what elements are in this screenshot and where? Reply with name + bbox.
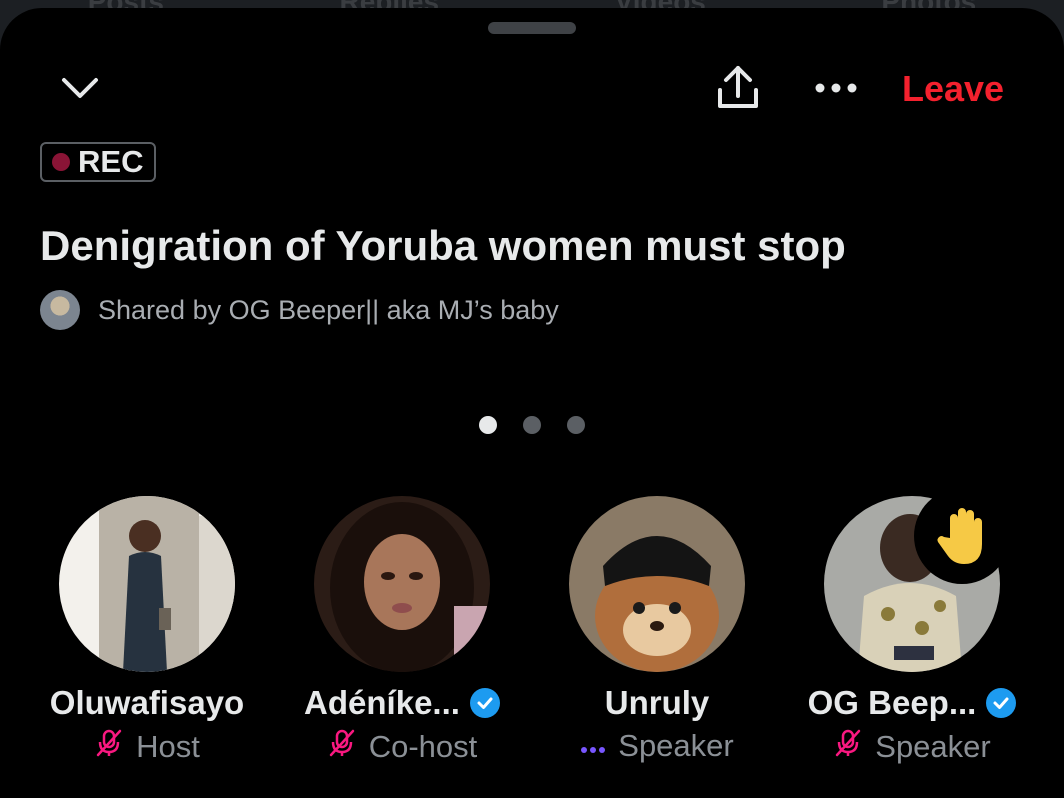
avatar[interactable] <box>569 496 745 672</box>
page-indicator <box>479 416 585 434</box>
recording-badge: REC <box>40 142 156 182</box>
recording-dot-icon <box>52 153 70 171</box>
leave-button[interactable]: Leave <box>902 68 1004 110</box>
speaker-card[interactable]: Adéníke... Co-host <box>272 496 532 766</box>
space-title: Denigration of Yoruba women must stop <box>40 222 846 269</box>
sharer-avatar[interactable] <box>40 290 80 330</box>
raised-hand-icon <box>914 488 1010 584</box>
speaker-role: Speaker <box>875 729 991 764</box>
avatar[interactable] <box>59 496 235 672</box>
speaking-dots-icon <box>580 728 606 764</box>
speaker-name: Oluwafisayo <box>49 684 245 721</box>
sheet-grabber[interactable] <box>488 22 576 34</box>
speaker-card[interactable]: Oluwafisayo Host <box>17 496 277 766</box>
speaker-card[interactable]: Unruly Speaker <box>527 496 787 764</box>
mic-off-icon <box>833 728 863 766</box>
page-dot-active <box>479 416 497 434</box>
recording-label: REC <box>78 144 144 179</box>
speaker-role: Speaker <box>618 728 734 763</box>
shared-by-text: Shared by OG Beeper|| aka MJ’s baby <box>98 294 559 325</box>
chevron-down-icon[interactable] <box>58 68 102 108</box>
verified-icon <box>986 688 1017 718</box>
mic-off-icon <box>94 728 124 766</box>
speaker-name: OG Beep... <box>807 684 977 721</box>
mic-off-icon <box>327 728 357 766</box>
speaker-role: Co-host <box>368 729 478 764</box>
page-dot <box>523 416 541 434</box>
space-sheet: Leave REC Denigration of Yoruba women mu… <box>0 8 1064 798</box>
more-icon[interactable] <box>808 70 864 106</box>
speaker-name: Unruly <box>604 684 710 721</box>
page-dot <box>567 416 585 434</box>
verified-icon <box>469 688 500 718</box>
speaker-name: Adéníke... <box>304 684 460 721</box>
shared-by-row[interactable]: Shared by OG Beeper|| aka MJ’s baby <box>40 290 559 330</box>
share-icon[interactable] <box>710 60 766 116</box>
speaker-role: Host <box>136 729 200 764</box>
avatar[interactable] <box>314 496 490 672</box>
